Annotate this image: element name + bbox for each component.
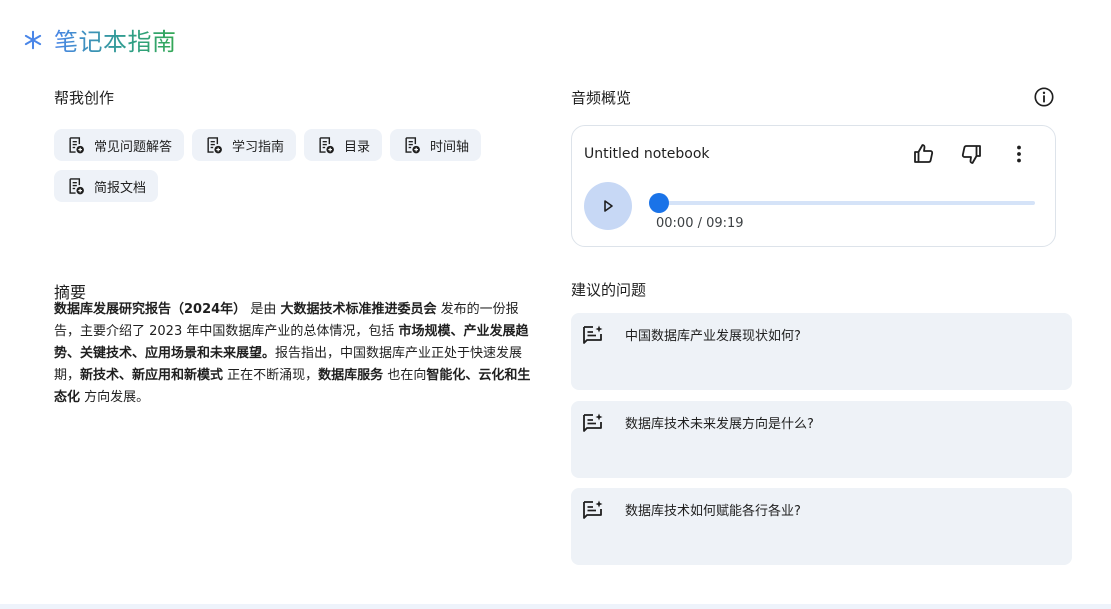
- suggested-question-text: 数据库技术如何赋能各行各业?: [625, 504, 801, 519]
- note-add-icon: [405, 137, 420, 154]
- summary-bold-text: 数据库发展研究报告（2024年）: [54, 302, 247, 317]
- sparkle-note-icon: [583, 413, 603, 432]
- notebook-guide-header: 笔记本指南: [22, 22, 177, 57]
- create-chip-label: 时间轴: [430, 139, 470, 155]
- summary-bold-text: 新技术、新应用和新模式: [80, 368, 224, 383]
- note-add-icon: [207, 137, 222, 154]
- notebook-guide-page: 笔记本指南 帮我创作 常见问题解答 学习指南 目录 时间轴 简报文档 摘要 数据库发展研…: [0, 0, 1111, 609]
- create-chip[interactable]: 学习指南: [192, 129, 297, 161]
- play-button[interactable]: [584, 182, 632, 230]
- create-chips: 常见问题解答 学习指南 目录 时间轴简报文档: [54, 129, 534, 211]
- audio-section-label: 音频概览: [571, 89, 632, 107]
- audio-time: 00:00 / 09:19: [656, 216, 744, 231]
- note-add-icon: [319, 137, 334, 154]
- create-chip[interactable]: 时间轴: [390, 129, 482, 161]
- bottom-divider: [0, 604, 1111, 609]
- more-vert-icon: [1017, 145, 1021, 163]
- summary-plain-text: 正在不断涌现，: [223, 368, 319, 383]
- create-chip[interactable]: 目录: [304, 129, 383, 161]
- page-title: 笔记本指南: [54, 22, 177, 57]
- sparkle-note-icon: [583, 325, 603, 344]
- suggested-question-card[interactable]: 中国数据库产业发展现状如何?: [571, 313, 1072, 390]
- sparkle-icon: [24, 30, 42, 49]
- note-add-icon: [69, 137, 84, 154]
- summary-text: 数据库发展研究报告（2024年） 是由 大数据技术标准推进委员会 发布的一份报告…: [54, 299, 538, 409]
- summary-plain-text: 也在向: [383, 368, 427, 383]
- thumbs-up-icon: [914, 144, 934, 163]
- create-chip[interactable]: 简报文档: [54, 170, 159, 202]
- suggested-question-card[interactable]: 数据库技术如何赋能各行各业?: [571, 488, 1072, 565]
- suggested-question-card[interactable]: 数据库技术未来发展方向是什么?: [571, 401, 1072, 478]
- sparkle-note-icon: [583, 500, 603, 519]
- audio-player-card: Untitled notebook 00:00 / 09:19: [571, 125, 1056, 247]
- thumbs-down-button[interactable]: [957, 140, 985, 168]
- thumbs-down-icon: [961, 145, 981, 164]
- create-chip-label: 目录: [344, 139, 371, 155]
- create-chip[interactable]: 常见问题解答: [54, 129, 185, 161]
- info-icon[interactable]: [1033, 86, 1055, 108]
- chip-row: 常见问题解答 学习指南 目录 时间轴: [54, 129, 534, 161]
- summary-plain-text: 是由: [246, 302, 281, 317]
- suggested-question-text: 中国数据库产业发展现状如何?: [625, 329, 801, 344]
- audio-progress-track[interactable]: [658, 201, 1035, 205]
- note-add-icon: [69, 178, 84, 195]
- suggested-question-text: 数据库技术未来发展方向是什么?: [625, 417, 814, 432]
- more-options-button[interactable]: [1005, 140, 1033, 168]
- summary-plain-text: 方向发展。: [80, 390, 150, 405]
- audio-progress-thumb[interactable]: [649, 193, 669, 213]
- create-chip-label: 常见问题解答: [94, 139, 173, 155]
- play-icon: [604, 200, 613, 212]
- summary-bold-text: 数据库服务: [318, 368, 384, 383]
- create-section-label: 帮我创作: [54, 89, 115, 107]
- questions-section-label: 建议的问题: [571, 281, 647, 299]
- thumbs-up-button[interactable]: [910, 140, 938, 168]
- create-chip-label: 学习指南: [232, 139, 285, 155]
- create-chip-label: 简报文档: [94, 180, 147, 196]
- chip-row: 简报文档: [54, 170, 534, 202]
- summary-bold-text: 大数据技术标准推进委员会: [280, 302, 437, 317]
- audio-title: Untitled notebook: [584, 146, 710, 162]
